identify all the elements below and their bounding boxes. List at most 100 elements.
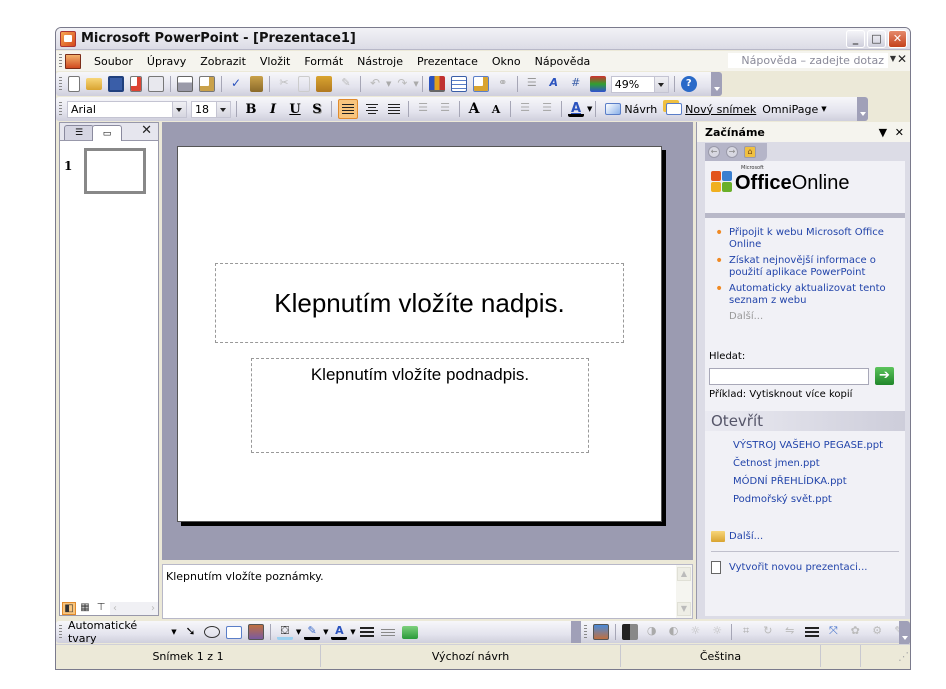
close-button[interactable]: ✕ <box>888 30 907 48</box>
expand-all-icon[interactable]: ☰ <box>524 76 540 92</box>
menu-soubor[interactable]: Soubor <box>87 55 140 68</box>
bullets-icon[interactable]: ☰ <box>437 101 453 117</box>
cut-icon[interactable]: ✂ <box>276 76 292 92</box>
grid-icon[interactable]: # <box>568 76 584 92</box>
font-select[interactable]: Arial <box>67 100 187 118</box>
insert-table-icon[interactable] <box>450 76 467 92</box>
menu-format[interactable]: Formát <box>297 55 350 68</box>
scroll-right-icon[interactable]: › <box>151 602 155 615</box>
undo-dropdown-icon[interactable]: ▼ <box>386 80 391 88</box>
insert-picture-icon[interactable] <box>248 624 264 640</box>
underline-button[interactable]: U <box>286 102 304 117</box>
redo-dropdown-icon[interactable]: ▼ <box>413 80 418 88</box>
close-icon[interactable]: ✕ <box>895 126 904 139</box>
chevron-down-icon[interactable] <box>216 101 230 117</box>
subtitle-placeholder[interactable]: Klepnutím vložíte podnadpis. <box>251 358 589 453</box>
rotate-icon[interactable]: ↻ <box>760 624 776 640</box>
flip-icon[interactable]: ⇋ <box>782 624 798 640</box>
slide-sorter-view-icon[interactable]: ▦ <box>78 602 92 615</box>
align-left-button[interactable] <box>338 99 358 119</box>
toolbar-grip[interactable] <box>584 625 588 639</box>
outline-tab[interactable]: ☰ <box>64 125 94 140</box>
save-icon[interactable] <box>108 76 124 92</box>
shadow-style-icon[interactable] <box>402 625 419 639</box>
maximize-button[interactable]: □ <box>867 30 886 48</box>
menu-napoveda[interactable]: Nápověda <box>528 55 598 68</box>
redo-icon[interactable]: ↷ <box>394 76 410 92</box>
line-color-icon[interactable]: ✎ <box>304 624 321 640</box>
help-icon[interactable]: ? <box>680 76 697 92</box>
slide-show-icon[interactable]: ⊤ <box>94 602 108 615</box>
toolbar-grip[interactable] <box>59 625 62 639</box>
dash-style-icon[interactable] <box>381 624 397 640</box>
menu-nastroje[interactable]: Nástroje <box>350 55 410 68</box>
research-icon[interactable] <box>250 76 263 92</box>
format-picture-icon[interactable]: ⚙ <box>869 624 885 640</box>
forward-icon[interactable]: → <box>726 146 738 158</box>
open-icon[interactable] <box>86 78 102 90</box>
link-latest-info[interactable]: Získat nejnovější informace o použití ap… <box>729 255 900 279</box>
recent-file[interactable]: Podmořský svět.ppt <box>733 494 883 506</box>
recent-file[interactable]: MÓDNÍ PŘEHLÍDKA.ppt <box>733 476 883 488</box>
format-painter-icon[interactable]: ✎ <box>338 76 354 92</box>
new-icon[interactable] <box>68 76 80 92</box>
bold-button[interactable]: B <box>242 102 260 117</box>
notes-scrollbar[interactable]: ▲ ▼ <box>676 565 692 618</box>
toolbar-options-button[interactable] <box>571 621 582 643</box>
line-style-icon[interactable] <box>359 624 375 640</box>
align-center-button[interactable] <box>364 101 380 117</box>
decrease-font-size-icon[interactable]: A <box>488 101 504 117</box>
picture-line-style-icon[interactable] <box>804 624 820 640</box>
less-contrast-icon[interactable]: ◐ <box>666 624 682 640</box>
shadow-button[interactable]: S <box>308 102 326 117</box>
menu-zobrazit[interactable]: Zobrazit <box>193 55 253 68</box>
scroll-up-icon[interactable]: ▲ <box>677 567 691 581</box>
help-search-input[interactable]: Nápověda – zadejte dotaz <box>728 53 888 68</box>
list-item[interactable]: • Získat nejnovější informace o použití a… <box>715 254 900 279</box>
insert-picture-2-icon[interactable] <box>593 624 609 640</box>
menu-prezentace[interactable]: Prezentace <box>410 55 485 68</box>
fill-color-dropdown-icon[interactable]: ▼ <box>296 628 301 636</box>
increase-font-size-icon[interactable]: A <box>466 101 482 117</box>
slide-thumbnail[interactable] <box>84 148 146 194</box>
arrow-icon[interactable]: ➘ <box>183 624 199 640</box>
compress-pictures-icon[interactable]: ⤧ <box>826 624 842 640</box>
open-more-link[interactable]: Další... <box>711 531 763 542</box>
crop-icon[interactable]: ⌗ <box>738 624 754 640</box>
draw-font-color-icon[interactable]: A <box>331 624 348 640</box>
minimize-button[interactable]: _ <box>846 30 865 48</box>
search-go-button[interactable]: ➔ <box>875 367 894 385</box>
less-brightness-icon[interactable]: ☼ <box>709 624 725 640</box>
show-formatting-icon[interactable]: A <box>546 76 562 92</box>
decrease-indent-icon[interactable]: ☰ <box>517 101 533 117</box>
document-menu-icon[interactable] <box>65 53 81 69</box>
toolbar-options-button[interactable] <box>899 621 910 645</box>
normal-view-icon[interactable]: ◧ <box>62 602 76 615</box>
powerpoint-icon[interactable] <box>60 30 76 47</box>
color-icon[interactable] <box>621 624 638 640</box>
design-button[interactable]: Návrh <box>602 103 657 116</box>
autoshapes-menu[interactable]: Automatické tvary ▼ <box>68 619 177 645</box>
draw-font-color-dropdown-icon[interactable]: ▼ <box>350 628 355 636</box>
search-input[interactable] <box>709 368 869 385</box>
scroll-down-icon[interactable]: ▼ <box>677 602 691 616</box>
toolbar-grip[interactable] <box>59 54 62 68</box>
chevron-down-icon[interactable] <box>653 76 668 92</box>
italic-button[interactable]: I <box>264 102 282 117</box>
undo-icon[interactable]: ↶ <box>367 76 383 92</box>
recent-file[interactable]: VÝSTROJ VAŠEHO PEGASE.ppt <box>733 440 883 452</box>
oval-icon[interactable] <box>204 626 221 638</box>
list-item[interactable]: • Připojit k webu Microsoft Office Online <box>715 226 900 251</box>
toolbar-options-button[interactable] <box>857 97 868 121</box>
new-slide-button[interactable]: Nový snímek <box>663 103 756 116</box>
scroll-left-icon[interactable]: ‹ <box>113 602 117 615</box>
align-right-button[interactable] <box>386 101 402 117</box>
paste-icon[interactable] <box>316 76 332 92</box>
copy-icon[interactable] <box>298 76 310 92</box>
line-color-dropdown-icon[interactable]: ▼ <box>323 628 328 636</box>
numbering-icon[interactable]: ☰ <box>415 101 431 117</box>
horizontal-scrollbar[interactable]: ‹ › <box>110 602 158 615</box>
insert-hyperlink-icon[interactable]: ⚭ <box>495 76 511 92</box>
text-box-icon[interactable] <box>226 625 243 639</box>
tables-borders-icon[interactable] <box>472 76 489 92</box>
